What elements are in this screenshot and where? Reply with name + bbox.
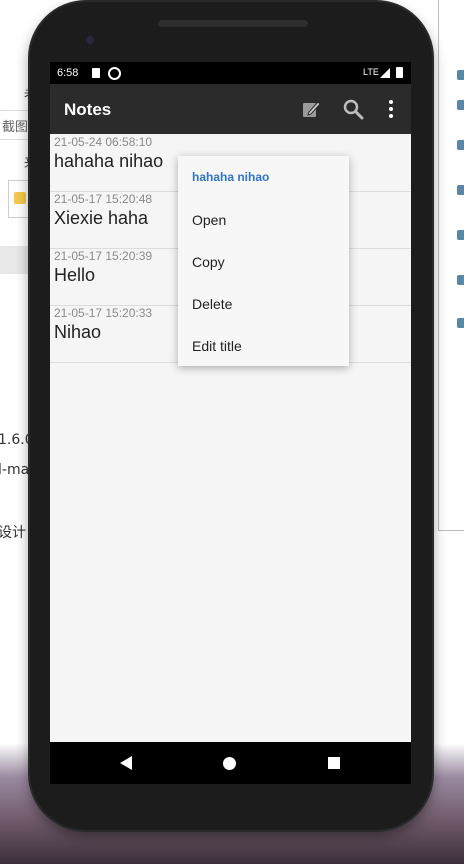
- new-note-icon[interactable]: [300, 98, 322, 120]
- recent-apps-icon[interactable]: [328, 757, 340, 769]
- note-date: 21-05-17 15:20:39: [54, 249, 153, 263]
- home-icon[interactable]: [223, 757, 236, 770]
- note-title: Nihao: [54, 322, 102, 342]
- note-date: 21-05-24 06:58:10: [54, 135, 153, 149]
- context-menu: hahaha nihao Open Copy Delete Edit title: [178, 156, 349, 366]
- note-date: 21-05-17 15:20:33: [54, 306, 153, 320]
- phone-screen: 6:58 LTE Notes 21-05-24 06:58:10 hahaha …: [50, 62, 411, 784]
- sync-icon: [108, 67, 121, 80]
- battery-icon: [396, 67, 403, 78]
- bg-right-icon: [457, 318, 464, 328]
- status-bar: 6:58 LTE: [50, 62, 411, 84]
- note-title: Hello: [54, 265, 96, 285]
- note-title: Xiexie haha: [54, 208, 149, 228]
- context-menu-header: hahaha nihao: [192, 170, 270, 184]
- bg-right-icon: [457, 185, 464, 195]
- bg-text-version: 1.6.0: [0, 432, 34, 448]
- network-type: LTE: [363, 67, 379, 77]
- menu-item-open[interactable]: Open: [192, 212, 226, 228]
- phone-speaker: [158, 20, 308, 27]
- back-icon[interactable]: [120, 756, 132, 770]
- navigation-bar: [50, 742, 411, 784]
- bg-text-design: 设计: [0, 525, 26, 541]
- front-camera: [84, 34, 96, 46]
- overflow-menu-icon[interactable]: [380, 98, 402, 120]
- status-time: 6:58: [57, 67, 79, 79]
- bg-text-ma: l-ma: [0, 462, 30, 478]
- app-title: Notes: [64, 100, 112, 119]
- bg-right-icon: [457, 70, 464, 80]
- sd-card-icon: [92, 68, 100, 78]
- app-bar: Notes: [50, 84, 411, 134]
- folder-icon: [14, 192, 26, 204]
- bg-text-screenshot: 截图: [2, 120, 29, 135]
- menu-item-copy[interactable]: Copy: [192, 254, 225, 270]
- search-icon[interactable]: [342, 98, 364, 120]
- bg-right-icon: [457, 140, 464, 150]
- note-date: 21-05-17 15:20:48: [54, 192, 153, 206]
- phone-frame: 6:58 LTE Notes 21-05-24 06:58:10 hahaha …: [30, 2, 432, 830]
- note-title: hahaha nihao: [54, 151, 164, 171]
- bg-right-icon: [457, 275, 464, 285]
- menu-item-edit-title[interactable]: Edit title: [192, 338, 242, 354]
- menu-item-delete[interactable]: Delete: [192, 296, 232, 312]
- signal-icon: [380, 68, 390, 78]
- bg-right-icon: [457, 230, 464, 240]
- bg-right-icon: [457, 100, 464, 110]
- desktop-background-right: [438, 0, 464, 531]
